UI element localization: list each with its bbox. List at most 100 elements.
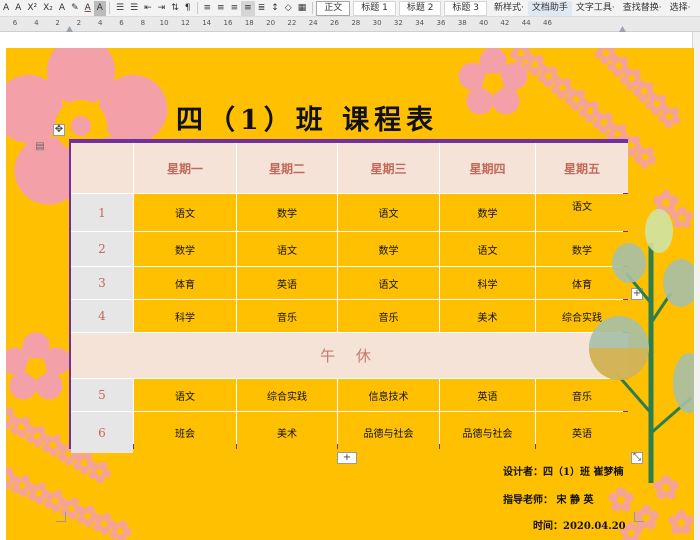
align-center-icon[interactable]: ≡ [214, 1, 228, 16]
table-cell[interactable]: 体育 [134, 267, 236, 299]
style-heading-3[interactable]: 标题 3 [444, 0, 488, 16]
table-cell[interactable]: 语文 [338, 194, 439, 231]
header-tuesday[interactable]: 星期二 [237, 143, 337, 193]
ruler-number: 6 [12, 19, 18, 27]
indent-marker[interactable] [66, 26, 73, 32]
table-cell[interactable]: 美术 [440, 300, 535, 332]
table-cell[interactable]: 英语 [237, 267, 337, 299]
lunch-break-row[interactable]: 午 休 [71, 333, 628, 378]
table-cell[interactable]: 英语 [440, 379, 535, 411]
table-cell[interactable]: 语文 [440, 232, 535, 266]
ruler-number: 8 [140, 19, 146, 27]
table-cell[interactable]: 品德与社会 [338, 412, 439, 453]
date-text: 时间：2020.04.20 [533, 521, 626, 532]
highlight-icon[interactable]: ✎ [68, 1, 82, 16]
period-number[interactable]: 3 [71, 267, 133, 299]
header-monday[interactable]: 星期一 [134, 143, 236, 193]
period-number[interactable]: 5 [71, 379, 133, 411]
find-replace-button[interactable]: 查找替换· [619, 1, 666, 16]
table-cell[interactable]: 科学 [134, 300, 236, 332]
show-marks-icon[interactable]: ¶ [182, 1, 194, 16]
period-number[interactable]: 6 [71, 412, 133, 453]
line-spacing-icon[interactable]: ↕ [268, 1, 282, 16]
table-cell[interactable]: 语文 [237, 232, 337, 266]
ruler-number: 24 [308, 19, 318, 27]
table-cell[interactable]: 音乐 [338, 300, 439, 332]
designer-text: 设计者：四（1）班 崔梦楠 [503, 467, 624, 478]
indent-marker[interactable] [619, 26, 626, 32]
page-title: 四（1）班 课程表 [176, 105, 439, 136]
header-thursday[interactable]: 星期四 [440, 143, 535, 193]
toolbar-divider [108, 2, 110, 14]
period-number[interactable]: 1 [71, 194, 133, 231]
text-effect-icon[interactable]: A [56, 1, 68, 16]
table-options-icon[interactable]: ▤ [34, 142, 46, 154]
document-page[interactable]: 四（1）班 课程表 星期一 星期二 星期三 星期四 星期五 1 语文 数学 语文… [6, 48, 694, 540]
timetable[interactable]: 星期一 星期二 星期三 星期四 星期五 1 语文 数学 语文 数学 语文 2 数… [69, 139, 628, 453]
style-heading-2[interactable]: 标题 2 [398, 0, 442, 16]
indent-increase-icon[interactable]: ⇥ [155, 1, 169, 16]
borders-icon[interactable]: ▦ [295, 1, 310, 16]
ruler-number: 2 [76, 19, 82, 27]
move-icon[interactable]: ✥ [53, 124, 65, 136]
indent-decrease-icon[interactable]: ⇤ [141, 1, 155, 16]
table-cell[interactable]: 语文 [338, 267, 439, 299]
font-grow-icon[interactable]: A [0, 1, 12, 16]
char-shading-icon[interactable]: A [93, 0, 106, 16]
subscript-icon[interactable]: X₂ [40, 1, 56, 16]
period-number[interactable]: 2 [71, 232, 133, 266]
superscript-icon[interactable]: X² [24, 1, 40, 16]
table-cell[interactable]: 语文 [134, 379, 236, 411]
ruler-number: 20 [266, 19, 276, 27]
ruler-number: 10 [159, 19, 169, 27]
table-cell[interactable]: 数学 [440, 194, 535, 231]
header-friday[interactable]: 星期五 [536, 143, 628, 193]
distributed-icon[interactable]: ≣ [255, 1, 269, 16]
ruler-number: 42 [500, 19, 510, 27]
toolbar-divider [196, 2, 198, 14]
select-button[interactable]: 选择· [666, 1, 695, 16]
ruler-number: 6 [119, 19, 124, 27]
ruler-number: 4 [34, 19, 39, 27]
new-style-button[interactable]: 新样式· [490, 1, 528, 16]
doc-assistant-button[interactable]: 文档助手 [527, 0, 572, 16]
table-cell[interactable]: 综合实践 [237, 379, 337, 411]
table-cell[interactable]: 数学 [237, 194, 337, 231]
align-right-icon[interactable]: ≡ [228, 1, 242, 16]
table-cell[interactable]: 班会 [134, 412, 236, 453]
plus-icon[interactable]: + [337, 452, 357, 464]
table-cell[interactable]: 语文 [134, 194, 236, 231]
table-cell[interactable]: 品德与社会 [440, 412, 535, 453]
period-number[interactable]: 4 [71, 300, 133, 332]
ruler-number: 18 [244, 19, 254, 27]
sort-icon[interactable]: ⇅ [168, 1, 182, 16]
tree-illustration [589, 209, 694, 483]
table-cell[interactable]: 科学 [440, 267, 535, 299]
ruler-number: 38 [457, 19, 467, 27]
shading-icon[interactable]: ◇ [282, 1, 295, 16]
table-cell[interactable]: 数学 [338, 232, 439, 266]
advisor-text: 指导老师： 宋 静 英 [503, 495, 594, 506]
style-normal[interactable]: 正文 [316, 0, 351, 16]
numbered-list-icon[interactable]: ☰ [127, 1, 141, 16]
horizontal-ruler[interactable]: 6 4 2 2 4 6 8 10 12 14 16 18 20 22 24 26 28 30 32 34 36 38 40 4… [0, 17, 700, 32]
text-tools-button[interactable]: 文字工具· [572, 1, 619, 16]
ruler-number: 4 [97, 19, 103, 27]
font-shrink-icon[interactable]: A [12, 1, 24, 16]
table-cell[interactable]: 音乐 [237, 300, 337, 332]
ruler-number: 2 [55, 19, 60, 27]
style-heading-1[interactable]: 标题 1 [353, 0, 396, 16]
header-wednesday[interactable]: 星期三 [338, 143, 439, 193]
header-corner[interactable] [71, 143, 133, 193]
table-cell[interactable]: 美术 [237, 412, 337, 453]
table-cell[interactable]: 信息技术 [338, 379, 439, 411]
table-cell[interactable]: 数学 [134, 232, 236, 266]
ruler-number: 26 [330, 19, 339, 27]
align-left-icon[interactable]: ≡ [201, 1, 215, 16]
ruler-number: 30 [372, 19, 382, 27]
align-justify-icon[interactable]: ≡ [241, 0, 255, 16]
ruler-number: 46 [543, 19, 552, 27]
font-color-icon[interactable]: A [82, 1, 94, 16]
bullet-list-icon[interactable]: ☰ [113, 1, 127, 16]
margin-mark [56, 512, 66, 522]
